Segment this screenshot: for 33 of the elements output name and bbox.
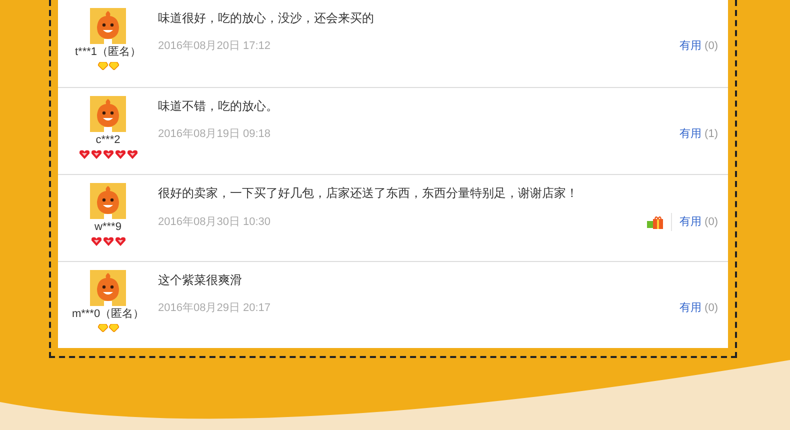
username: c***2 xyxy=(96,133,120,147)
heart-icon xyxy=(102,237,114,246)
useful-count: (0) xyxy=(704,301,718,316)
review-time: 2016年08月20日 17:12 xyxy=(158,39,272,54)
useful-count: (0) xyxy=(704,214,718,230)
useful-count: (0) xyxy=(704,39,718,54)
heart-icon xyxy=(114,237,126,246)
mascot-avatar-icon xyxy=(90,8,126,44)
review-time: 2016年08月29日 20:17 xyxy=(158,301,272,316)
review-text: 这个紫菜很爽滑 xyxy=(158,272,243,288)
gift-icon xyxy=(646,215,663,229)
useful-link[interactable]: 有用 xyxy=(680,126,702,142)
heart-icon xyxy=(78,150,90,159)
heart-icon xyxy=(90,237,102,246)
mascot-avatar-icon xyxy=(90,96,126,132)
review-time: 2016年08月30日 10:30 xyxy=(158,214,272,230)
useful-link[interactable]: 有用 xyxy=(680,38,702,54)
username: t***1（匿名） xyxy=(74,45,142,59)
mascot-avatar-icon xyxy=(90,270,126,306)
review-text: 味道不错，吃的放心。 xyxy=(158,98,279,114)
useful-link[interactable]: 有用 xyxy=(680,214,702,230)
review-text: 味道很好，吃的放心，没沙，还会来买的 xyxy=(158,10,375,26)
mascot-avatar-icon xyxy=(90,183,126,219)
heart-icon xyxy=(102,150,114,159)
username: m***0（匿名） xyxy=(72,307,144,321)
review-text: 很好的卖家，一下买了好几包，店家还送了东西，东西分量特别足，谢谢店家！ xyxy=(158,185,579,201)
useful-count: (1) xyxy=(704,127,718,142)
review-time: 2016年08月19日 09:18 xyxy=(158,127,272,142)
heart-icon xyxy=(114,150,126,159)
useful-link[interactable]: 有用 xyxy=(680,300,702,316)
heart-icon xyxy=(90,150,102,159)
heart-icon xyxy=(126,150,138,159)
username: w***9 xyxy=(94,220,122,234)
